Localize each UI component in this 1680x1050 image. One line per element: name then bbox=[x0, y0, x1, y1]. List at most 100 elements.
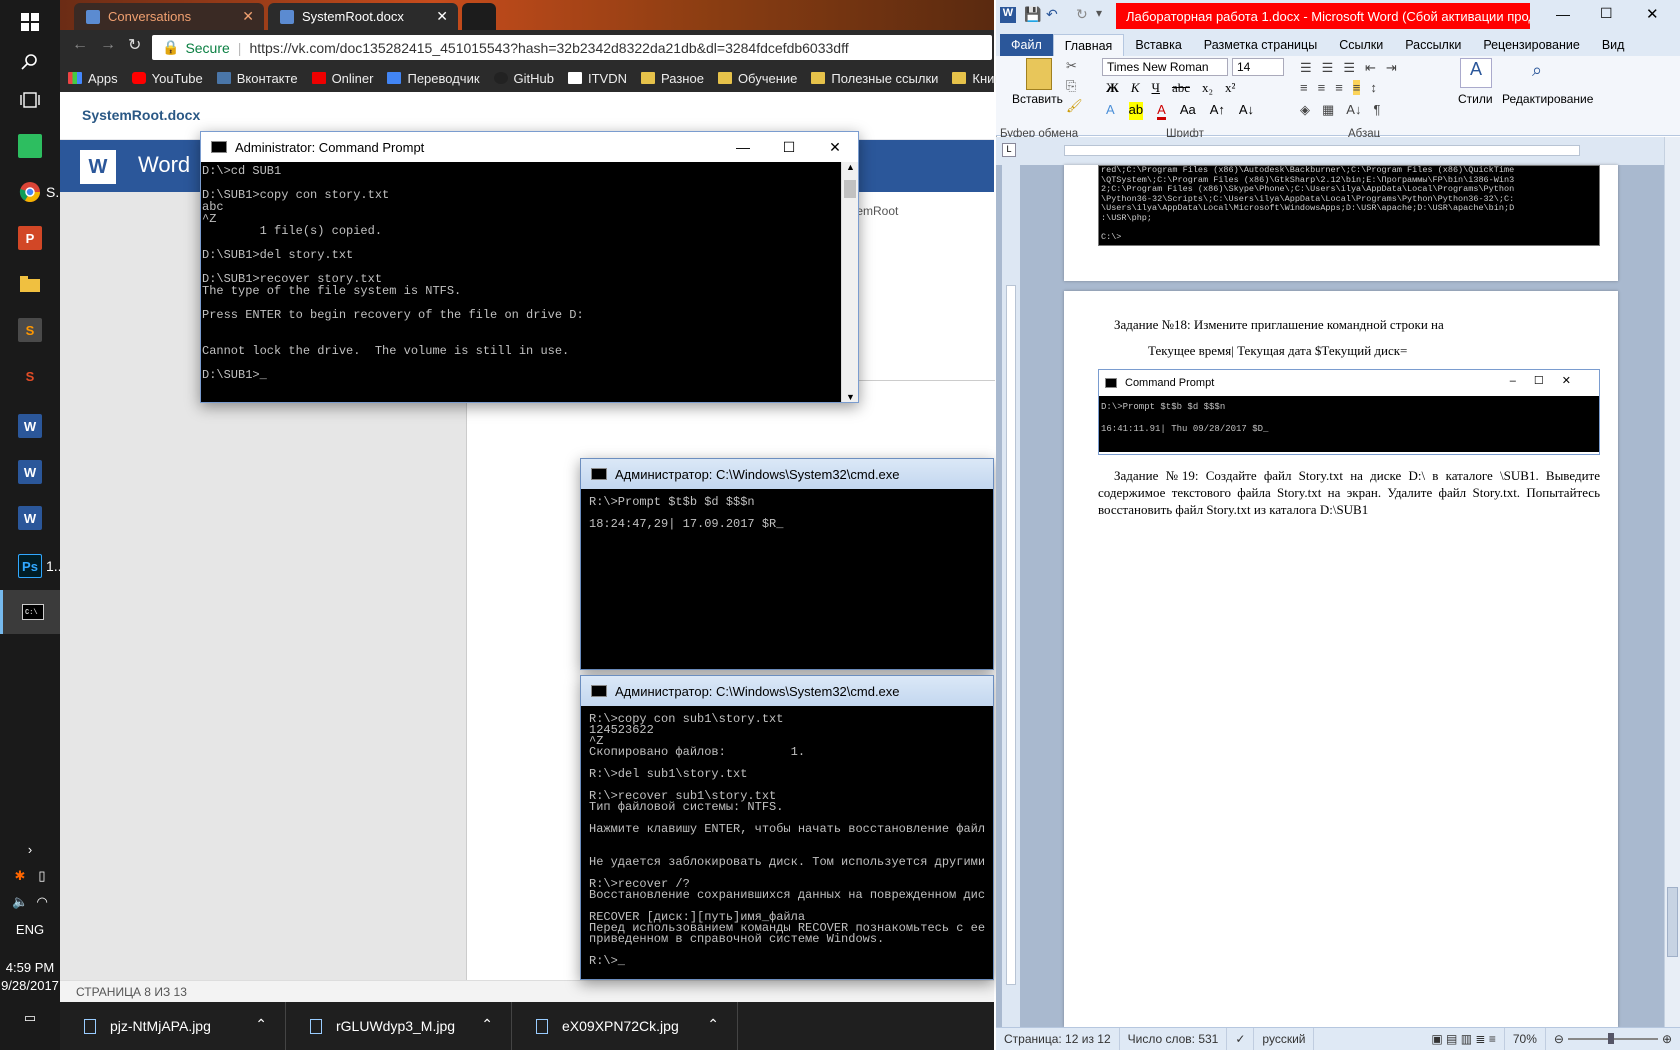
multilevel-list-icon[interactable]: ☰ bbox=[1343, 60, 1355, 76]
taskbar-word-2[interactable]: W bbox=[0, 450, 60, 494]
word-vertical-scrollbar[interactable] bbox=[1664, 137, 1680, 1027]
bookmark-onliner[interactable]: Onliner bbox=[311, 71, 373, 86]
bookmark-apps[interactable]: Apps bbox=[68, 71, 118, 86]
maximize-icon[interactable]: ☐ bbox=[1600, 5, 1613, 22]
minimize-icon[interactable]: — bbox=[1556, 6, 1570, 22]
format-painter-icon[interactable]: 🖌 bbox=[1066, 98, 1083, 114]
maximize-icon[interactable]: ☐ bbox=[766, 132, 812, 162]
taskbar-word-3[interactable]: W bbox=[0, 496, 60, 540]
taskbar-app-s[interactable]: S bbox=[0, 354, 60, 398]
tab-page-layout[interactable]: Разметка страницы bbox=[1193, 34, 1328, 56]
close-icon[interactable]: ✕ bbox=[1646, 5, 1659, 23]
italic-icon[interactable]: К bbox=[1131, 80, 1140, 96]
font-name-select[interactable]: Times New Roman bbox=[1102, 58, 1228, 76]
download-item[interactable]: pjz-NtMjAPA.jpg ⌃ bbox=[60, 1002, 286, 1050]
superscript-icon[interactable]: x² bbox=[1225, 80, 1235, 96]
numbering-icon[interactable]: ☰ bbox=[1322, 60, 1334, 76]
chevron-up-icon[interactable]: ⌃ bbox=[707, 1016, 719, 1033]
task-view-button[interactable] bbox=[0, 78, 60, 122]
align-left-icon[interactable]: ≡ bbox=[1300, 80, 1308, 95]
reload-icon[interactable]: ↻ bbox=[128, 35, 141, 55]
bullets-icon[interactable]: ☰ bbox=[1300, 60, 1312, 76]
chevron-up-icon[interactable]: ⌃ bbox=[255, 1016, 267, 1033]
editing-button[interactable]: Редактирование bbox=[1502, 92, 1593, 106]
tab-home[interactable]: Главная bbox=[1052, 34, 1125, 56]
horizontal-ruler[interactable]: L bbox=[996, 137, 1680, 165]
bookmark-vkontakte[interactable]: Вконтакте bbox=[216, 71, 298, 86]
new-tab-button[interactable] bbox=[462, 3, 496, 30]
download-item[interactable]: rGLUWdyp3_M.jpg ⌃ bbox=[286, 1002, 512, 1050]
tab-conversations[interactable]: Conversations ✕ bbox=[74, 3, 264, 30]
network-icon[interactable]: ◠ bbox=[37, 894, 48, 910]
highlight-icon[interactable]: ab bbox=[1128, 102, 1144, 120]
cmd-output[interactable]: D:\>cd SUB1 D:\SUB1>copy con story.txt a… bbox=[201, 162, 841, 402]
cmd-window[interactable]: Administrator: Command Prompt — ☐ ✕ D:\>… bbox=[200, 131, 859, 403]
tab-systemroot[interactable]: SystemRoot.docx ✕ bbox=[268, 3, 458, 30]
redo-icon[interactable]: ↻ bbox=[1076, 6, 1088, 23]
cut-icon[interactable]: ✂ bbox=[1066, 58, 1077, 74]
print-layout-icon[interactable]: ▣ bbox=[1431, 1032, 1442, 1046]
bookmark-itvdn[interactable]: ITVDN bbox=[568, 71, 627, 86]
word-icon[interactable]: W bbox=[1000, 7, 1016, 23]
taskbar-word-1[interactable]: W bbox=[0, 404, 60, 448]
undo-icon[interactable]: ↶ bbox=[1046, 6, 1058, 23]
justify-icon[interactable]: ≡ bbox=[1352, 80, 1361, 95]
grow-font-icon[interactable]: A↑ bbox=[1210, 102, 1225, 120]
zoom-track[interactable] bbox=[1567, 1033, 1658, 1044]
doc-title[interactable]: SystemRoot.docx bbox=[82, 107, 200, 123]
tray-app-icon[interactable]: ✱ bbox=[14, 868, 25, 884]
clock-date[interactable]: 9/28/2017 bbox=[0, 978, 60, 993]
zoom-slider[interactable]: ⊖ ⊕ bbox=[1546, 1028, 1680, 1050]
start-button[interactable] bbox=[0, 0, 60, 44]
back-icon[interactable]: ← bbox=[72, 36, 88, 54]
show-hidden-icons-button[interactable]: › bbox=[0, 842, 60, 857]
bookmark-translator[interactable]: Переводчик bbox=[387, 71, 480, 86]
bookmark-github[interactable]: GitHub bbox=[493, 71, 554, 86]
scroll-down-icon[interactable]: ▼ bbox=[846, 392, 855, 402]
zoom-thumb[interactable] bbox=[1607, 1033, 1614, 1044]
tab-mailings[interactable]: Рассылки bbox=[1394, 34, 1472, 56]
borders-icon[interactable]: ▦ bbox=[1322, 102, 1334, 118]
align-center-icon[interactable]: ≡ bbox=[1318, 80, 1326, 95]
bookmark-folder-misc[interactable]: Разное bbox=[641, 71, 704, 86]
paste-icon[interactable] bbox=[1026, 58, 1052, 90]
minimize-icon[interactable]: — bbox=[720, 132, 766, 162]
document-page-current[interactable]: Задание №18: Измените приглашение команд… bbox=[1064, 291, 1618, 1027]
shading-icon[interactable]: ◈ bbox=[1300, 102, 1310, 118]
spelling-check-icon[interactable]: ✓ bbox=[1227, 1027, 1255, 1050]
sort-icon[interactable]: A↓ bbox=[1346, 102, 1361, 118]
close-icon[interactable]: ✕ bbox=[242, 8, 254, 25]
chevron-up-icon[interactable]: ⌃ bbox=[481, 1016, 493, 1033]
usb-icon[interactable]: ▯ bbox=[38, 868, 45, 884]
bookmark-folder-useful[interactable]: Полезные ссылки bbox=[811, 71, 938, 86]
clock-time[interactable]: 4:59 PM bbox=[0, 960, 60, 975]
web-layout-icon[interactable]: ▥ bbox=[1461, 1032, 1472, 1046]
pilcrow-icon[interactable]: ¶ bbox=[1373, 102, 1380, 118]
close-icon[interactable]: ✕ bbox=[812, 132, 858, 162]
text-effects-icon[interactable]: A bbox=[1106, 102, 1115, 120]
strikethrough-icon[interactable]: abc bbox=[1172, 80, 1190, 96]
volume-icon[interactable]: 🔈 bbox=[12, 894, 28, 910]
download-item[interactable]: eX09XPN72Ck.jpg ⌃ bbox=[512, 1002, 738, 1050]
scroll-thumb[interactable] bbox=[844, 180, 856, 198]
bookmark-folder-learning[interactable]: Обучение bbox=[717, 71, 797, 86]
zoom-out-icon[interactable]: ⊖ bbox=[1554, 1032, 1564, 1046]
decrease-indent-icon[interactable]: ⇤ bbox=[1365, 60, 1376, 76]
taskbar-photoshop[interactable]: Ps 1... bbox=[0, 544, 60, 588]
taskbar-sublime[interactable]: S bbox=[0, 308, 60, 352]
address-bar[interactable]: 🔒 Secure | https://vk.com/doc135282415_4… bbox=[152, 35, 992, 60]
font-size-select[interactable]: 14 bbox=[1232, 58, 1284, 76]
draft-icon[interactable]: ≡ bbox=[1489, 1032, 1496, 1046]
status-language[interactable]: русский bbox=[1254, 1027, 1315, 1050]
scroll-up-icon[interactable]: ▲ bbox=[846, 162, 855, 172]
styles-button[interactable]: Стили bbox=[1458, 92, 1493, 106]
underline-icon[interactable]: Ч bbox=[1152, 80, 1160, 96]
outline-icon[interactable]: ≣ bbox=[1475, 1032, 1485, 1046]
tab-insert[interactable]: Вставка bbox=[1124, 34, 1192, 56]
bold-icon[interactable]: Ж bbox=[1106, 80, 1119, 96]
zoom-level[interactable]: 70% bbox=[1505, 1027, 1546, 1050]
zoom-in-icon[interactable]: ⊕ bbox=[1662, 1032, 1672, 1046]
binoculars-icon[interactable]: ⌕ bbox=[1532, 60, 1542, 81]
align-right-icon[interactable]: ≡ bbox=[1335, 80, 1343, 95]
tab-references[interactable]: Ссылки bbox=[1328, 34, 1394, 56]
